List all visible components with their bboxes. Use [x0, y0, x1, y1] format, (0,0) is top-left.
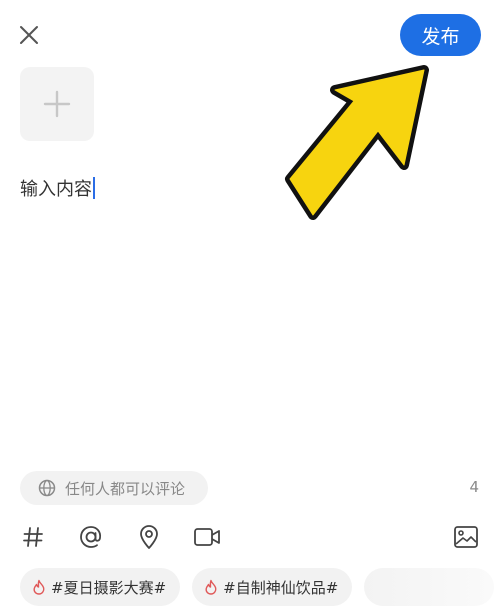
- flame-icon: [33, 579, 45, 595]
- location-icon: [140, 525, 158, 549]
- char-count: 4: [469, 478, 479, 496]
- image-button[interactable]: [451, 522, 481, 552]
- text-caret: [93, 177, 95, 199]
- topic-tag-label: #夏日摄影大赛#: [51, 578, 167, 597]
- topic-tag[interactable]: #自制神仙饮品#: [192, 568, 353, 606]
- image-icon: [454, 526, 478, 548]
- topic-tag-overflow[interactable]: [364, 568, 495, 606]
- mention-icon: [80, 526, 102, 548]
- topic-tag[interactable]: #夏日摄影大赛#: [20, 568, 181, 606]
- close-icon: [20, 26, 38, 44]
- content-placeholder: 输入内容: [20, 179, 92, 200]
- mention-button[interactable]: [76, 522, 106, 552]
- globe-icon: [38, 479, 56, 497]
- content-input[interactable]: 输入内容: [20, 174, 95, 202]
- video-button[interactable]: [192, 522, 222, 552]
- location-button[interactable]: [134, 522, 164, 552]
- publish-button[interactable]: 发布: [400, 14, 481, 56]
- topic-tag-label: #自制神仙饮品#: [223, 578, 339, 597]
- topic-tag-list: #夏日摄影大赛# #自制神仙饮品#: [20, 568, 495, 606]
- hashtag-icon: [23, 527, 43, 547]
- comment-permission-label: 任何人都可以评论: [65, 479, 186, 498]
- close-button[interactable]: [14, 20, 44, 50]
- flame-icon: [205, 579, 217, 595]
- hashtag-button[interactable]: [18, 522, 48, 552]
- add-media-button[interactable]: [20, 67, 94, 141]
- plus-icon: [43, 90, 71, 118]
- comment-permission-selector[interactable]: 任何人都可以评论: [20, 471, 208, 505]
- post-composer-screen: 发布 输入内容 任何人都可以评论 4 #夏日摄影大赛# #自制神仙饮品#: [0, 0, 500, 615]
- video-icon: [194, 528, 220, 546]
